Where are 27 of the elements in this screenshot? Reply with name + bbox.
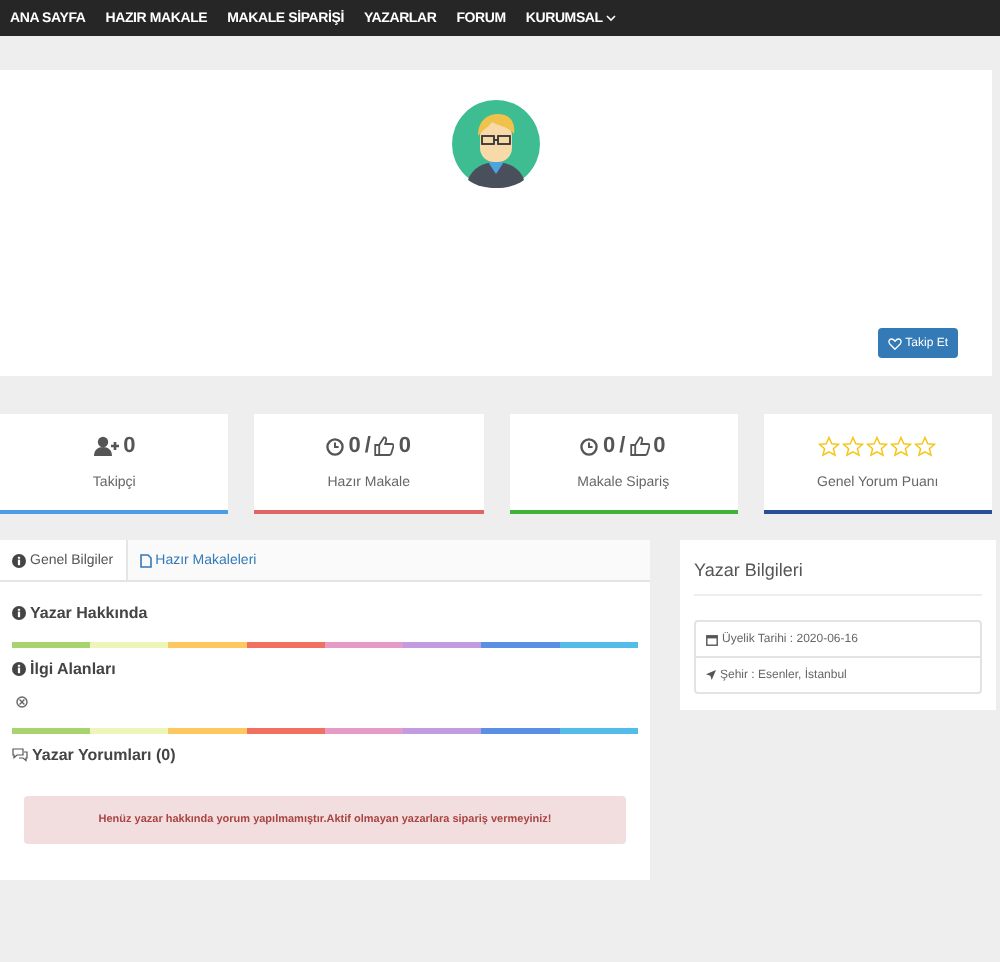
separator: /: [619, 434, 626, 458]
section-title: Yazar Hakkında: [30, 604, 148, 622]
comments-title: Yazar Yorumları (0): [32, 746, 176, 764]
info-icon: [12, 662, 26, 676]
clock-icon: [326, 437, 345, 455]
count-value: 0: [653, 434, 666, 458]
thumbs-up-icon: [374, 436, 395, 456]
location-arrow-icon: [706, 670, 716, 680]
info-icon: [12, 606, 26, 620]
count-value: 0: [602, 434, 616, 458]
count-value: 0: [398, 434, 412, 458]
document-icon: [139, 553, 152, 567]
thumbs-up-icon: [629, 436, 650, 456]
avatar-drawing: [452, 100, 540, 188]
clock-icon: [580, 437, 599, 455]
caret-icon: [606, 14, 617, 22]
follower-count: 0: [123, 434, 136, 458]
count-value: 0: [348, 434, 361, 458]
circle-x-icon: [16, 696, 28, 708]
calendar-icon: [706, 633, 718, 645]
section-title: İlgi Alanları: [30, 660, 116, 678]
comments-icon: [12, 748, 28, 762]
info-icon: [12, 553, 26, 567]
separator: /: [364, 434, 371, 458]
user-plus-icon: [93, 436, 120, 456]
panel-title: Yazar Bilgileri: [694, 560, 982, 596]
heart-icon: [887, 337, 902, 349]
